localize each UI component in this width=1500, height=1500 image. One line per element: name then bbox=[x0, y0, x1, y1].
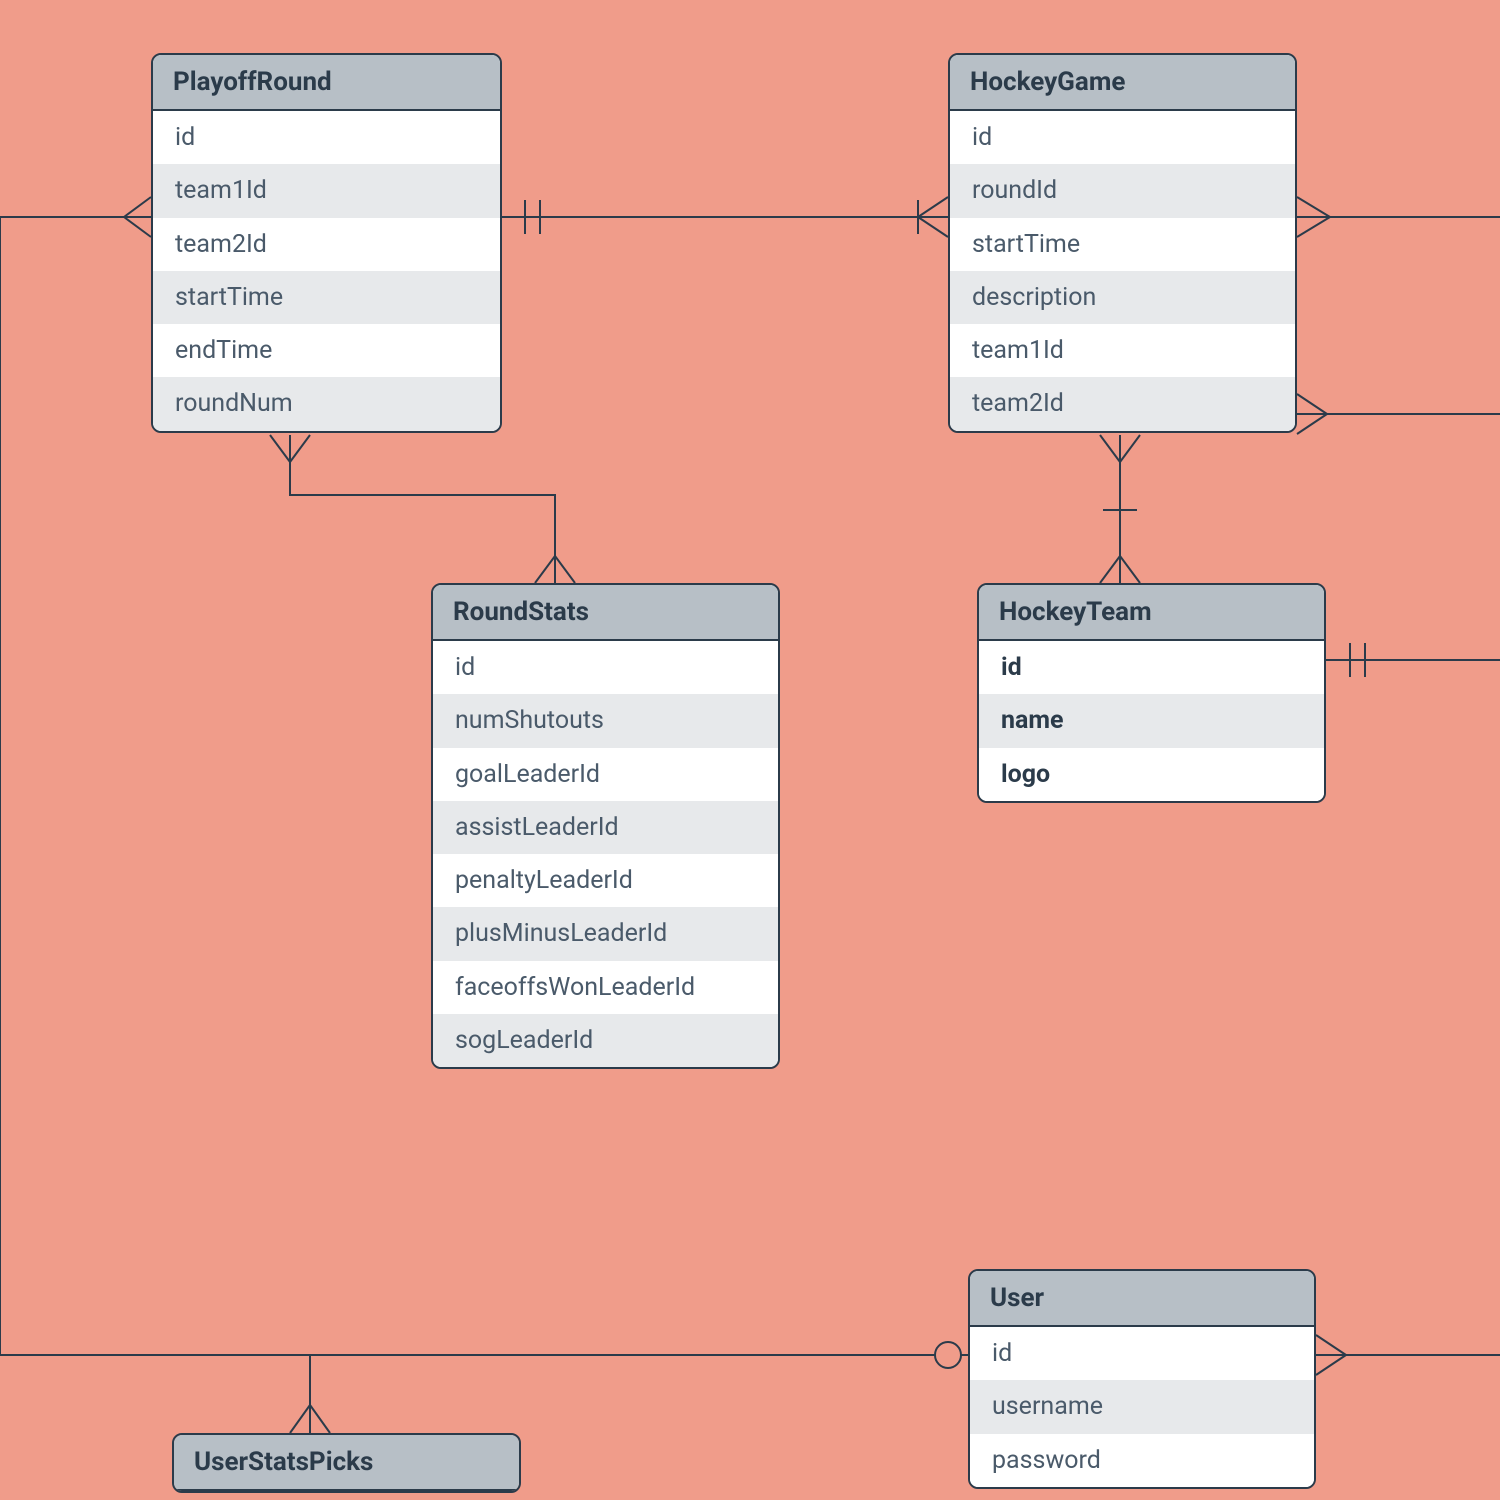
field: id bbox=[153, 111, 500, 164]
entity-title: User bbox=[970, 1271, 1314, 1327]
rel-playoffround-left bbox=[0, 197, 151, 1355]
field: logo bbox=[979, 748, 1324, 801]
field: numShutouts bbox=[433, 694, 778, 747]
rel-user-left bbox=[0, 1342, 968, 1433]
rel-hockeyteam-right bbox=[1326, 643, 1500, 677]
field: roundId bbox=[950, 164, 1295, 217]
entity-hockeyteam[interactable]: HockeyTeam id name logo bbox=[977, 583, 1326, 803]
field: plusMinusLeaderId bbox=[433, 907, 778, 960]
field: goalLeaderId bbox=[433, 748, 778, 801]
field: username bbox=[970, 1380, 1314, 1433]
field: roundNum bbox=[153, 377, 500, 430]
rel-user-right bbox=[1316, 1335, 1500, 1375]
field: team2Id bbox=[153, 218, 500, 271]
entity-roundstats[interactable]: RoundStats id numShutouts goalLeaderId a… bbox=[431, 583, 780, 1069]
field: description bbox=[950, 271, 1295, 324]
entity-title: HockeyTeam bbox=[979, 585, 1324, 641]
field: startTime bbox=[950, 218, 1295, 271]
rel-hockeygame-hockeyteam bbox=[1100, 435, 1140, 583]
field: team2Id bbox=[950, 377, 1295, 430]
entity-hockeygame[interactable]: HockeyGame id roundId startTime descript… bbox=[948, 53, 1297, 433]
field: id bbox=[979, 641, 1324, 694]
entity-title: RoundStats bbox=[433, 585, 778, 641]
field: penaltyLeaderId bbox=[433, 854, 778, 907]
field: team1Id bbox=[153, 164, 500, 217]
rel-hockeygame-right bbox=[1297, 197, 1500, 434]
field: password bbox=[970, 1434, 1314, 1487]
rel-playoffround-roundstats bbox=[270, 435, 575, 583]
entity-user[interactable]: User id username password bbox=[968, 1269, 1316, 1489]
entity-title: HockeyGame bbox=[950, 55, 1295, 111]
field: team1Id bbox=[950, 324, 1295, 377]
field: id bbox=[433, 641, 778, 694]
field: endTime bbox=[153, 324, 500, 377]
field: assistLeaderId bbox=[433, 801, 778, 854]
field: startTime bbox=[153, 271, 500, 324]
field: faceoffsWonLeaderId bbox=[433, 961, 778, 1014]
rel-playoffround-hockeygame bbox=[502, 197, 948, 237]
field: sogLeaderId bbox=[433, 1014, 778, 1067]
entity-title: PlayoffRound bbox=[153, 55, 500, 111]
field: id bbox=[950, 111, 1295, 164]
entity-playoffround[interactable]: PlayoffRound id team1Id team2Id startTim… bbox=[151, 53, 502, 433]
field: name bbox=[979, 694, 1324, 747]
entity-title: UserStatsPicks bbox=[174, 1435, 519, 1491]
field: id bbox=[970, 1327, 1314, 1380]
entity-userstatspicks[interactable]: UserStatsPicks bbox=[172, 1433, 521, 1493]
